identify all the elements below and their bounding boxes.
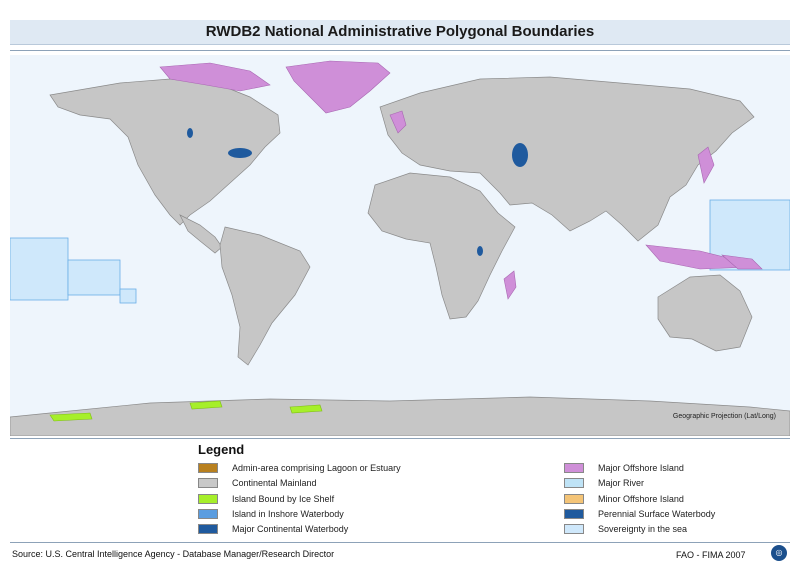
credit-text: FAO - FIMA 2007 [676, 550, 746, 560]
legend-label: Major River [598, 478, 645, 488]
legend-item-inshore: Island in Inshore Waterbody [198, 507, 344, 521]
title-bar: RWDB2 National Administrative Polygonal … [10, 20, 790, 45]
legend-label: Continental Mainland [232, 478, 317, 488]
legend-swatch [198, 509, 218, 519]
lake-canada [187, 128, 193, 138]
legend-item-continental-water: Major Continental Waterbody [198, 522, 348, 536]
pacific-sovereignty-mid [67, 259, 121, 296]
pacific-sovereignty-west [10, 237, 69, 301]
legend-title: Legend [198, 442, 245, 457]
legend-label: Major Continental Waterbody [232, 524, 349, 534]
central-america [179, 214, 223, 254]
legend-swatch [564, 494, 584, 504]
africa [367, 172, 516, 320]
australia [657, 274, 753, 352]
top-divider [10, 50, 790, 51]
legend-swatch [564, 509, 584, 519]
legend-item-ice-shelf: Island Bound by Ice Shelf [198, 492, 334, 506]
legend-item-offshore-minor: Minor Offshore Island [564, 492, 684, 506]
pacific-sovereignty-east [119, 288, 137, 304]
legend-swatch [564, 524, 584, 534]
legend-item-sovereignty: Sovereignty in the sea [564, 522, 687, 536]
fao-logo-icon: ◎ [771, 545, 787, 561]
legend-item-lagoon: Admin-area comprising Lagoon or Estuary [198, 461, 401, 475]
south-america [219, 226, 311, 366]
legend-item-major-river: Major River [564, 476, 644, 490]
footer-divider [10, 542, 790, 543]
legend-swatch [198, 478, 218, 488]
lake-victoria [477, 246, 483, 256]
great-lakes [228, 148, 252, 158]
legend-item-perennial: Perennial Surface Waterbody [564, 507, 715, 521]
legend-label: Major Offshore Island [598, 463, 684, 473]
legend-swatch [198, 463, 218, 473]
legend-label: Sovereignty in the sea [598, 524, 688, 534]
legend-label: Admin-area comprising Lagoon or Estuary [232, 463, 401, 473]
legend-swatch [198, 524, 218, 534]
legend-label: Minor Offshore Island [598, 494, 684, 504]
world-map: Geographic Projection (Lat/Long) [10, 55, 790, 436]
legend-label: Island in Inshore Waterbody [232, 509, 344, 519]
map-graphic [10, 60, 790, 436]
projection-label: Geographic Projection (Lat/Long) [672, 413, 776, 420]
legend-label: Perennial Surface Waterbody [598, 509, 716, 519]
map-title: RWDB2 National Administrative Polygonal … [205, 23, 595, 40]
caspian-sea [512, 143, 528, 167]
greenland [285, 60, 391, 114]
bottom-map-divider [10, 438, 790, 439]
legend-swatch [198, 494, 218, 504]
madagascar [503, 270, 517, 300]
legend-swatch [564, 478, 584, 488]
legend-item-mainland: Continental Mainland [198, 476, 317, 490]
source-text: Source: U.S. Central Intelligence Agency… [12, 549, 335, 559]
legend-item-offshore-major: Major Offshore Island [564, 461, 684, 475]
legend-swatch [564, 463, 584, 473]
legend-label: Island Bound by Ice Shelf [232, 494, 335, 504]
